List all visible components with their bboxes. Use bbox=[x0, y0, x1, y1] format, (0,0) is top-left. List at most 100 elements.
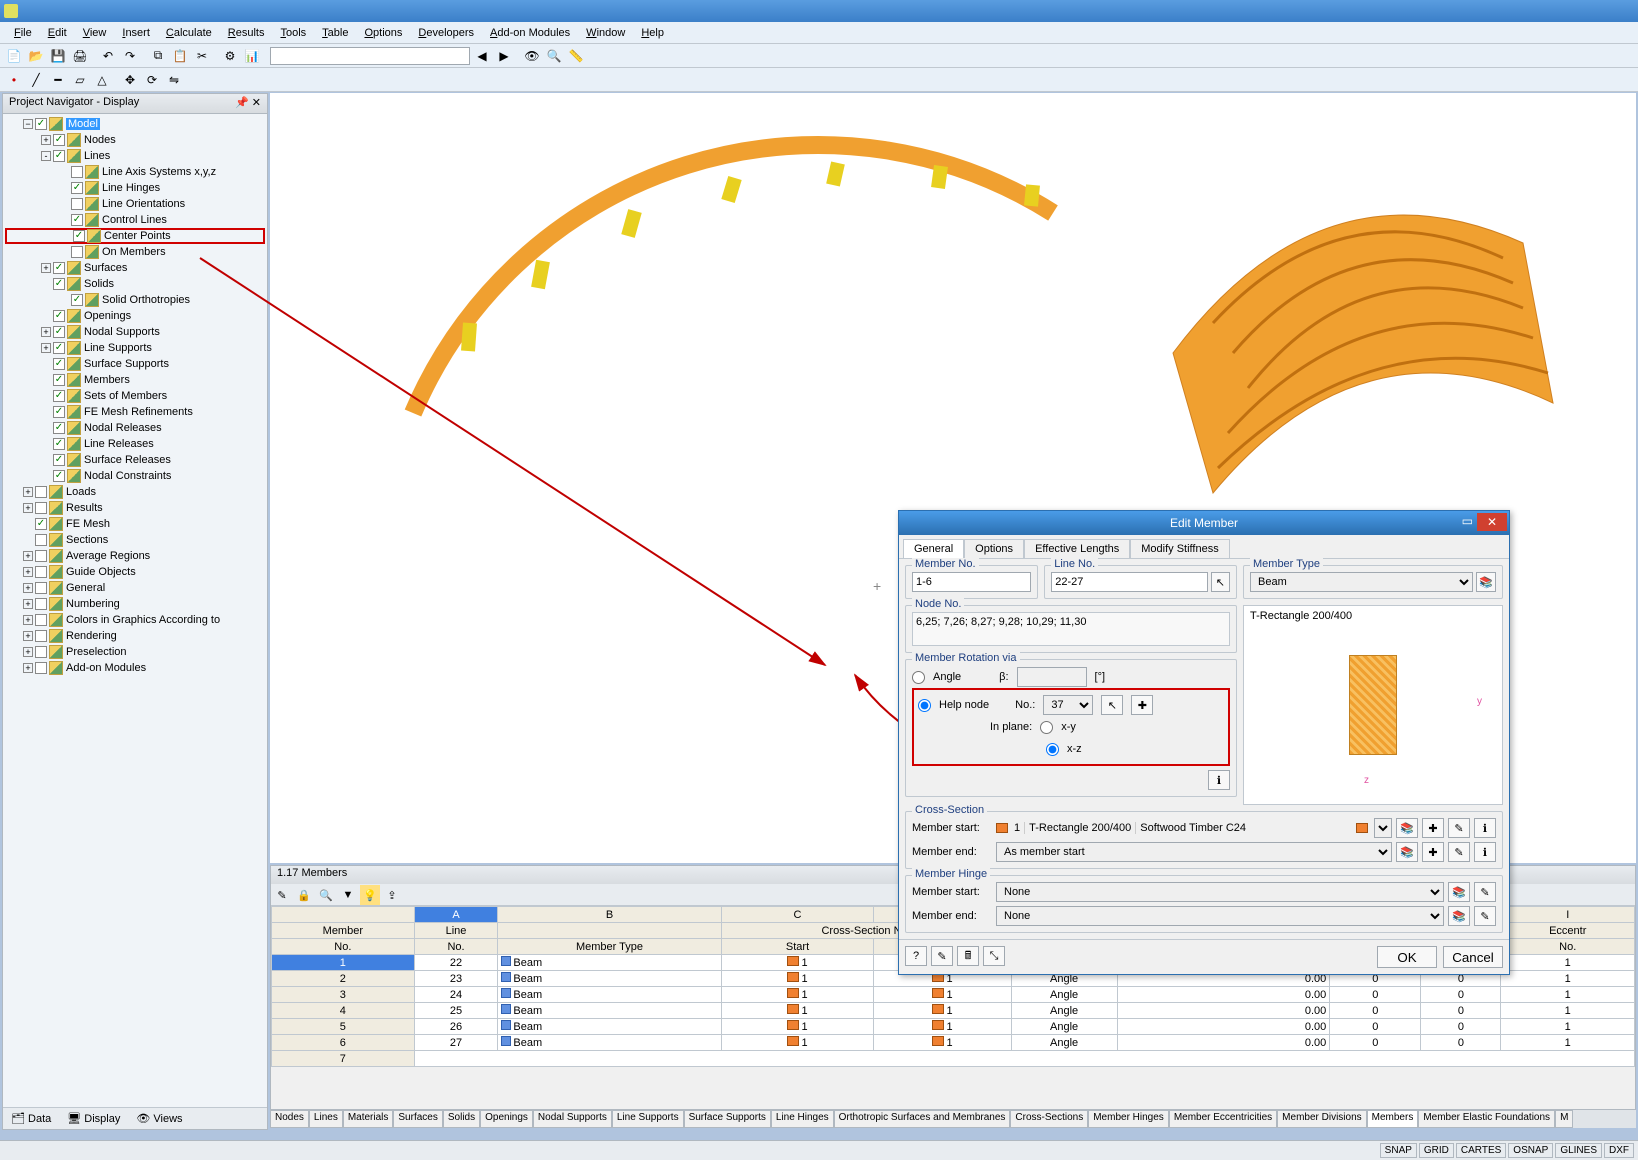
navigator-tree[interactable]: − ✓ Model +✓Nodes-✓LinesLine Axis System… bbox=[3, 114, 267, 1107]
tree-item[interactable]: +✓Nodal Supports bbox=[5, 324, 265, 340]
note-icon[interactable]: ✎ bbox=[931, 946, 953, 966]
tree-item[interactable]: ✓Control Lines bbox=[5, 212, 265, 228]
status-dxf[interactable]: DXF bbox=[1604, 1143, 1634, 1158]
status-cartes[interactable]: CARTES bbox=[1456, 1143, 1506, 1158]
rotate-icon[interactable]: ⟳ bbox=[142, 70, 162, 90]
hinge-end-select[interactable]: None bbox=[996, 906, 1444, 926]
cancel-button[interactable]: Cancel bbox=[1443, 946, 1503, 968]
tree-item[interactable]: ✓Solid Orthotropies bbox=[5, 292, 265, 308]
menu-insert[interactable]: Insert bbox=[114, 27, 158, 39]
cs-end-edit-icon[interactable]: ✎ bbox=[1448, 842, 1470, 862]
menu-add-on-modules[interactable]: Add-on Modules bbox=[482, 27, 578, 39]
bottom-tab[interactable]: Nodal Supports bbox=[533, 1110, 612, 1128]
axes-icon[interactable]: ⤡ bbox=[983, 946, 1005, 966]
tree-item[interactable]: +Loads bbox=[5, 484, 265, 500]
nav-tab-data[interactable]: 🗂 Data bbox=[3, 1110, 59, 1127]
bottom-tab[interactable]: Member Eccentricities bbox=[1169, 1110, 1277, 1128]
menu-tools[interactable]: Tools bbox=[272, 27, 314, 39]
tree-item[interactable]: +Results bbox=[5, 500, 265, 516]
tree-item[interactable]: -✓Lines bbox=[5, 148, 265, 164]
cs-end-select[interactable]: As member start bbox=[996, 842, 1392, 862]
tree-item[interactable]: +Guide Objects bbox=[5, 564, 265, 580]
pick-line-icon[interactable]: ↖ bbox=[1211, 572, 1230, 592]
bottom-tab[interactable]: Member Hinges bbox=[1088, 1110, 1169, 1128]
bottom-tab[interactable]: Member Divisions bbox=[1277, 1110, 1366, 1128]
paste-icon[interactable]: 📋 bbox=[170, 46, 190, 66]
bottom-tab[interactable]: Cross-Sections bbox=[1010, 1110, 1088, 1128]
nav-prev-icon[interactable]: ◀ bbox=[472, 46, 492, 66]
move-icon[interactable]: ✥ bbox=[120, 70, 140, 90]
cs-new-icon[interactable]: ✚ bbox=[1422, 818, 1444, 838]
xz-radio[interactable] bbox=[1046, 743, 1059, 756]
hinge-start-edit-icon[interactable]: ✎ bbox=[1474, 882, 1496, 902]
ok-button[interactable]: OK bbox=[1377, 946, 1437, 968]
tree-item[interactable]: +General bbox=[5, 580, 265, 596]
tree-item[interactable]: ✓Members bbox=[5, 372, 265, 388]
cs-lib-icon[interactable]: 📚 bbox=[1396, 818, 1418, 838]
tree-item[interactable]: ✓Sets of Members bbox=[5, 388, 265, 404]
new-icon[interactable]: 📄 bbox=[4, 46, 24, 66]
cs-end-info-icon[interactable]: ℹ bbox=[1474, 842, 1496, 862]
tree-item[interactable]: On Members bbox=[5, 244, 265, 260]
cs-start-select[interactable] bbox=[1374, 818, 1392, 838]
bottom-tab[interactable]: Lines bbox=[309, 1110, 343, 1128]
dlg-tab-effective-lengths[interactable]: Effective Lengths bbox=[1024, 539, 1130, 558]
tree-item[interactable]: ✓FE Mesh bbox=[5, 516, 265, 532]
bottom-tab[interactable]: Nodes bbox=[270, 1110, 309, 1128]
measure-icon[interactable]: 📏 bbox=[566, 46, 586, 66]
dlg-tab-options[interactable]: Options bbox=[964, 539, 1024, 558]
bottom-tab[interactable]: Line Hinges bbox=[771, 1110, 834, 1128]
line-icon[interactable]: ╱ bbox=[26, 70, 46, 90]
pick-node-icon[interactable]: ↖ bbox=[1101, 695, 1123, 715]
tree-item[interactable]: +✓Surfaces bbox=[5, 260, 265, 276]
menu-calculate[interactable]: Calculate bbox=[158, 27, 220, 39]
tree-item[interactable]: ✓Nodal Constraints bbox=[5, 468, 265, 484]
undo-icon[interactable]: ↶ bbox=[98, 46, 118, 66]
hinge-end-edit-icon[interactable]: ✎ bbox=[1474, 906, 1496, 926]
tbl-lightbulb-icon[interactable]: 💡 bbox=[360, 885, 380, 905]
tree-item[interactable]: ✓Solids bbox=[5, 276, 265, 292]
cut-icon[interactable]: ✂ bbox=[192, 46, 212, 66]
tree-item[interactable]: +Numbering bbox=[5, 596, 265, 612]
calc-dlg-icon[interactable]: 🖩 bbox=[957, 946, 979, 966]
mirror-icon[interactable]: ⇋ bbox=[164, 70, 184, 90]
helpnode-radio[interactable] bbox=[918, 699, 931, 712]
tree-item[interactable]: ✓Line Hinges bbox=[5, 180, 265, 196]
open-icon[interactable]: 📂 bbox=[26, 46, 46, 66]
tree-item[interactable]: ✓Openings bbox=[5, 308, 265, 324]
tree-root[interactable]: − ✓ Model bbox=[5, 116, 265, 132]
redo-icon[interactable]: ↷ bbox=[120, 46, 140, 66]
close-icon[interactable]: ✕ bbox=[1477, 513, 1507, 531]
tree-item[interactable]: +Rendering bbox=[5, 628, 265, 644]
load-combo[interactable] bbox=[270, 47, 470, 65]
nav-next-icon[interactable]: ▶ bbox=[494, 46, 514, 66]
dialog-titlebar[interactable]: Edit Member ▭ ✕ bbox=[899, 511, 1509, 535]
hinge-end-lib-icon[interactable]: 📚 bbox=[1448, 906, 1470, 926]
bottom-tab[interactable]: Materials bbox=[343, 1110, 394, 1128]
tree-item[interactable]: +Colors in Graphics According to bbox=[5, 612, 265, 628]
view-icon[interactable]: 👁 bbox=[522, 46, 542, 66]
member-type-select[interactable]: Beam bbox=[1250, 572, 1473, 592]
menu-view[interactable]: View bbox=[75, 27, 115, 39]
tree-item[interactable]: Line Axis Systems x,y,z bbox=[5, 164, 265, 180]
tbl-filter-icon[interactable]: ▼ bbox=[338, 885, 358, 905]
tree-item[interactable]: +Average Regions bbox=[5, 548, 265, 564]
bottom-tab[interactable]: M bbox=[1555, 1110, 1573, 1128]
surface-icon[interactable]: ▱ bbox=[70, 70, 90, 90]
hinge-start-select[interactable]: None bbox=[996, 882, 1444, 902]
bottom-tab[interactable]: Member Elastic Foundations bbox=[1418, 1110, 1555, 1128]
menu-results[interactable]: Results bbox=[220, 27, 273, 39]
tree-item[interactable]: ✓Nodal Releases bbox=[5, 420, 265, 436]
tree-item[interactable]: ✓FE Mesh Refinements bbox=[5, 404, 265, 420]
bottom-tab[interactable]: Orthotropic Surfaces and Membranes bbox=[834, 1110, 1011, 1128]
save-icon[interactable]: 💾 bbox=[48, 46, 68, 66]
dlg-tab-general[interactable]: General bbox=[903, 539, 964, 558]
angle-radio[interactable] bbox=[912, 671, 925, 684]
bottom-tabs[interactable]: NodesLinesMaterialsSurfacesSolidsOpening… bbox=[270, 1110, 1636, 1128]
tbl-find-icon[interactable]: 🔍 bbox=[316, 885, 336, 905]
menu-window[interactable]: Window bbox=[578, 27, 633, 39]
tree-item[interactable]: +✓Line Supports bbox=[5, 340, 265, 356]
menu-developers[interactable]: Developers bbox=[410, 27, 482, 39]
bottom-tab[interactable]: Members bbox=[1367, 1110, 1419, 1128]
cs-info-icon[interactable]: ℹ bbox=[1474, 818, 1496, 838]
